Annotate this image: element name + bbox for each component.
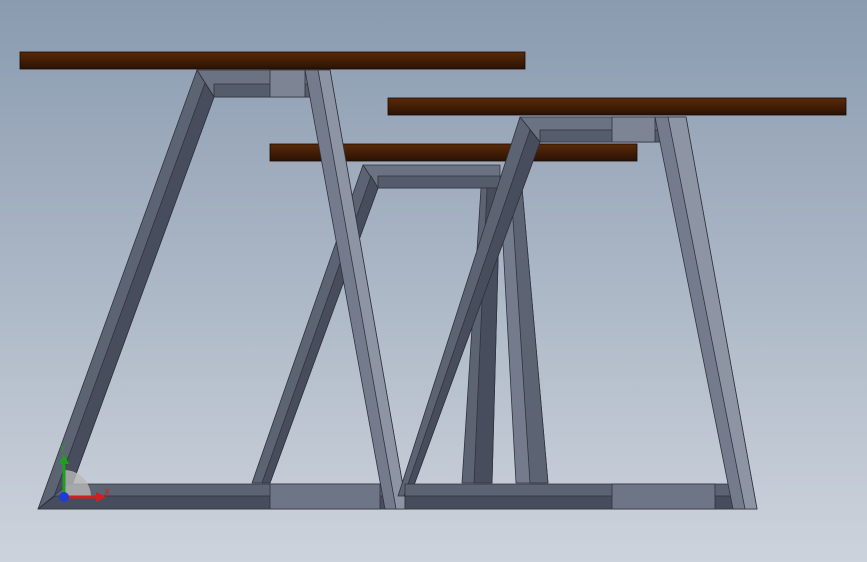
- triad-x-label: X: [104, 488, 110, 498]
- sawhorse-right-bottom-rail-end: [611, 483, 716, 510]
- triad-z-axis: [59, 492, 69, 502]
- model-view[interactable]: X Y: [0, 0, 867, 562]
- sawhorse-left-top-rail-end: [269, 69, 306, 98]
- beam-right-body: [387, 97, 847, 116]
- beam-left[interactable]: [19, 51, 526, 70]
- sawhorse-right-top-rail-end: [611, 116, 656, 143]
- graphics-viewport[interactable]: X Y: [0, 0, 867, 562]
- triad-y-label: Y: [59, 445, 66, 455]
- sawhorse-back-top-rail-face: [377, 175, 501, 189]
- beam-left-body: [19, 51, 526, 70]
- sawhorse-left-bottom-rail-end: [269, 483, 381, 510]
- beam-right[interactable]: [387, 97, 847, 116]
